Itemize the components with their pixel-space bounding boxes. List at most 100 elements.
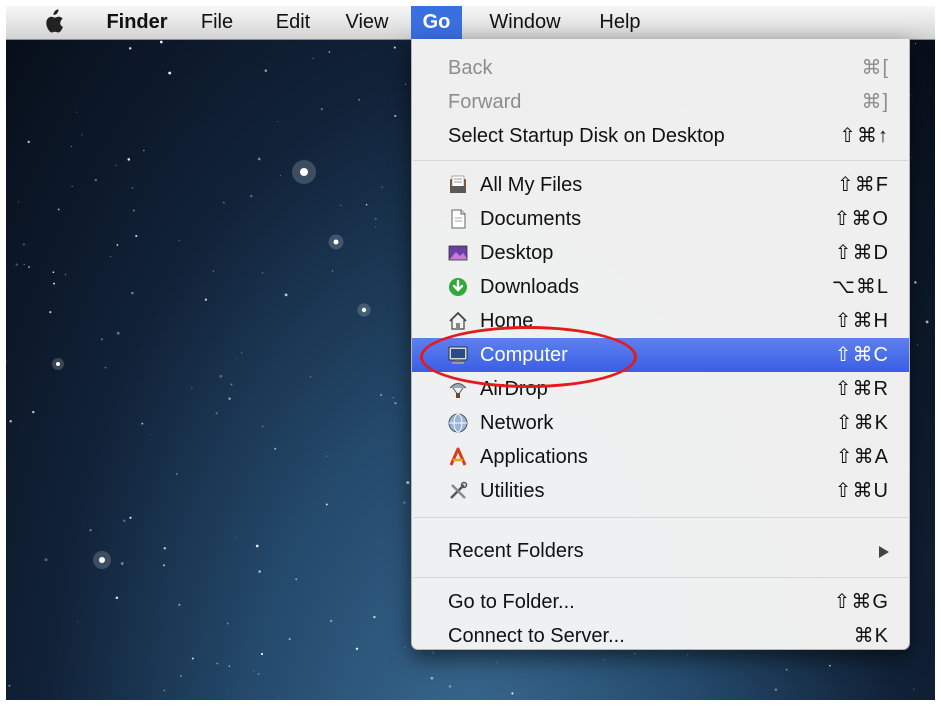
star (116, 331, 120, 335)
star (163, 689, 166, 692)
menu-item-label: Go to Folder... (448, 591, 575, 613)
star (381, 186, 384, 189)
star (310, 376, 312, 378)
shortcut: ⌘] (861, 91, 889, 113)
star (358, 98, 361, 101)
star (204, 298, 208, 301)
star (228, 665, 231, 667)
documents-icon (451, 209, 466, 229)
menu-item-label: Network (480, 412, 554, 434)
star (829, 664, 831, 667)
star (32, 410, 35, 414)
star (284, 293, 288, 297)
star (355, 647, 359, 651)
star (131, 291, 134, 295)
star (325, 503, 328, 506)
menu-separator (413, 577, 908, 578)
star (176, 473, 178, 475)
shortcut: ⇧⌘F (837, 174, 889, 196)
star (23, 263, 25, 265)
star (910, 156, 912, 158)
star (6, 360, 7, 363)
bright-star (333, 239, 339, 245)
menu-item-utilities[interactable]: Utilities ⇧⌘U (412, 474, 909, 508)
star (9, 419, 12, 423)
star (168, 71, 172, 75)
shortcut: ⇧⌘R (834, 378, 889, 400)
star (373, 615, 376, 619)
menu-window[interactable]: Window (470, 6, 580, 39)
menu-item-documents[interactable]: Documents ⇧⌘O (412, 202, 909, 236)
star (365, 204, 368, 206)
menu-item-label: Desktop (480, 242, 554, 264)
menu-item-label: Back (448, 57, 493, 79)
star (496, 662, 498, 663)
shortcut: ⇧⌘↑ (839, 125, 889, 147)
menu-item-network[interactable]: Network ⇧⌘K (412, 406, 909, 440)
shortcut: ⇧⌘O (833, 208, 889, 230)
bright-star (361, 307, 367, 313)
star (49, 310, 52, 314)
menu-item-label: All My Files (480, 174, 583, 196)
star (76, 111, 78, 113)
menu-item-go-to-folder[interactable]: Go to Folder... ⇧⌘G (412, 585, 909, 619)
star (913, 688, 915, 690)
applications-icon (449, 447, 467, 466)
star (320, 107, 323, 111)
star (27, 140, 30, 144)
menu-item-all-my-files[interactable]: All My Files ⇧⌘F (412, 168, 909, 202)
menu-item-label: Connect to Server... (448, 625, 625, 647)
downloads-icon (449, 278, 467, 296)
menu-item-recent-folders[interactable]: Recent Folders (412, 534, 909, 568)
star (332, 270, 334, 272)
menu-item-applications[interactable]: Applications ⇧⌘A (412, 440, 909, 474)
menu-file[interactable]: File (194, 6, 240, 39)
star (925, 320, 929, 324)
menu-help[interactable]: Help (590, 6, 650, 39)
star (27, 266, 31, 269)
star (115, 164, 117, 167)
star (375, 226, 376, 228)
menu-item-connect-to-server[interactable]: Connect to Server... ⌘K (412, 619, 909, 653)
menu-item-label: Forward (448, 91, 522, 113)
star (340, 204, 342, 207)
star (77, 621, 79, 622)
menu-item-desktop[interactable]: Desktop ⇧⌘D (412, 236, 909, 270)
star (393, 46, 396, 49)
menu-bar: Finder File Edit View Go Window Help (6, 6, 935, 40)
menu-view[interactable]: View (338, 6, 396, 39)
star (329, 619, 333, 623)
shortcut: ⇧⌘K (835, 412, 889, 434)
star (100, 338, 104, 341)
star (511, 692, 514, 695)
menu-finder[interactable]: Finder (92, 6, 182, 39)
shortcut: ⇧⌘H (834, 310, 889, 332)
all-my-files-icon (450, 175, 466, 193)
menu-edit[interactable]: Edit (268, 6, 318, 39)
submenu-arrow-icon (879, 546, 889, 558)
star (15, 263, 18, 266)
menu-separator (413, 160, 908, 161)
star (687, 654, 689, 656)
menu-item-label: Utilities (480, 480, 545, 502)
star (234, 537, 236, 539)
star (257, 673, 260, 675)
menu-go[interactable]: Go (411, 6, 462, 39)
star (279, 698, 281, 700)
star (215, 412, 218, 415)
menu-item-downloads[interactable]: Downloads ⌥⌘L (412, 270, 909, 304)
desktop: Finder File Edit View Go Window Help Bac… (6, 6, 935, 700)
star (394, 114, 397, 117)
menu-item-label: Applications (480, 446, 588, 468)
star (71, 146, 72, 148)
apple-logo-icon[interactable] (40, 6, 66, 39)
star (403, 501, 406, 504)
star (404, 647, 406, 649)
star (774, 688, 778, 691)
star (258, 570, 261, 573)
star (223, 201, 225, 204)
star (115, 596, 119, 600)
star (448, 684, 452, 688)
star (312, 57, 314, 59)
menu-item-select-startup-disk[interactable]: Select Startup Disk on Desktop ⇧⌘↑ (412, 119, 909, 153)
